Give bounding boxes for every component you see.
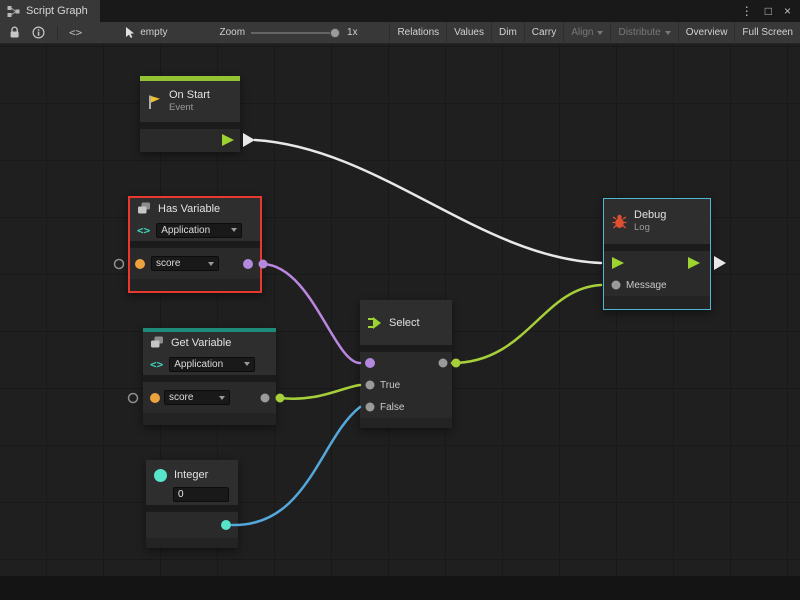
code-icon: <> (137, 224, 150, 237)
zoom-value: 1x (347, 27, 358, 38)
menu-icon[interactable]: ⋮ (741, 4, 753, 18)
variable-name-dropdown[interactable]: score (164, 390, 230, 405)
variables-icon (150, 336, 165, 349)
scope-value: Application (174, 359, 223, 370)
flag-icon (147, 94, 163, 110)
message-port-label: Message (626, 280, 667, 291)
integer-literal-icon (153, 468, 168, 483)
node-subtitle: Event (169, 102, 210, 113)
node-on-start[interactable]: On Start Event (140, 76, 240, 152)
distribute-button[interactable]: Distribute (610, 22, 677, 44)
tab-title: Script Graph (26, 5, 88, 17)
zoom-label: Zoom (219, 27, 245, 38)
script-graph-window: Script Graph ⋮ □ × <> empty Zoom 1x (0, 0, 800, 600)
false-port-label: False (380, 402, 404, 413)
node-select[interactable]: Select True False (360, 300, 452, 428)
chevron-down-icon (597, 31, 603, 35)
node-integer[interactable]: Integer (146, 460, 238, 548)
tab-script-graph[interactable]: Script Graph (0, 0, 100, 22)
bug-icon (611, 213, 628, 230)
node-debug-log[interactable]: Debug Log Message (603, 198, 711, 310)
variable-name-value: score (169, 392, 193, 403)
values-button[interactable]: Values (446, 22, 491, 44)
node-title: Integer (174, 469, 208, 481)
toolbar-buttons: Relations Values Dim Carry Align Distrib… (389, 22, 800, 44)
zoom-slider-knob[interactable] (330, 28, 340, 38)
scope-value: Application (161, 225, 210, 236)
chevron-down-icon (208, 262, 214, 266)
code-view-icon[interactable]: <> (69, 26, 82, 39)
window-controls: ⋮ □ × (741, 4, 800, 18)
full-screen-button[interactable]: Full Screen (734, 22, 800, 44)
selection-cursor-icon (126, 27, 136, 39)
node-subtitle: Log (634, 222, 666, 233)
integer-value-input[interactable] (173, 487, 229, 502)
close-icon[interactable]: × (784, 4, 791, 18)
chevron-down-icon (219, 396, 225, 400)
node-title: On Start (169, 89, 210, 102)
variable-name-value: score (156, 258, 180, 269)
selection-status: empty (140, 27, 167, 38)
dim-button[interactable]: Dim (491, 22, 524, 44)
node-title: Select (389, 317, 420, 329)
node-get-variable[interactable]: Get Variable <> Application score (143, 328, 276, 425)
align-button[interactable]: Align (563, 22, 610, 44)
relations-button[interactable]: Relations (389, 22, 446, 44)
bottom-panel (0, 576, 800, 600)
chevron-down-icon (665, 31, 671, 35)
chevron-down-icon (244, 362, 250, 366)
node-has-variable[interactable]: Has Variable <> Application score (128, 196, 262, 293)
chevron-down-icon (231, 228, 237, 232)
carry-button[interactable]: Carry (524, 22, 563, 44)
node-title: Has Variable (158, 203, 220, 215)
variable-scope-dropdown[interactable]: Application (169, 357, 255, 372)
variable-name-dropdown[interactable]: score (151, 256, 219, 271)
graph-icon (7, 5, 20, 18)
select-icon (367, 315, 383, 331)
zoom-slider[interactable] (251, 32, 337, 34)
node-title: Debug (634, 209, 666, 222)
overview-button[interactable]: Overview (678, 22, 735, 44)
maximize-icon[interactable]: □ (765, 4, 772, 18)
title-bar: Script Graph ⋮ □ × (0, 0, 800, 22)
lock-icon[interactable] (9, 26, 20, 39)
variable-scope-dropdown[interactable]: Application (156, 223, 242, 238)
variables-icon (137, 202, 152, 215)
graph-toolbar: <> empty Zoom 1x Relations Values Dim Ca… (0, 22, 800, 44)
true-port-label: True (380, 380, 400, 391)
toolbar-separator (57, 26, 58, 40)
code-icon: <> (150, 358, 163, 371)
info-icon[interactable] (32, 26, 45, 39)
node-title: Get Variable (171, 337, 231, 349)
